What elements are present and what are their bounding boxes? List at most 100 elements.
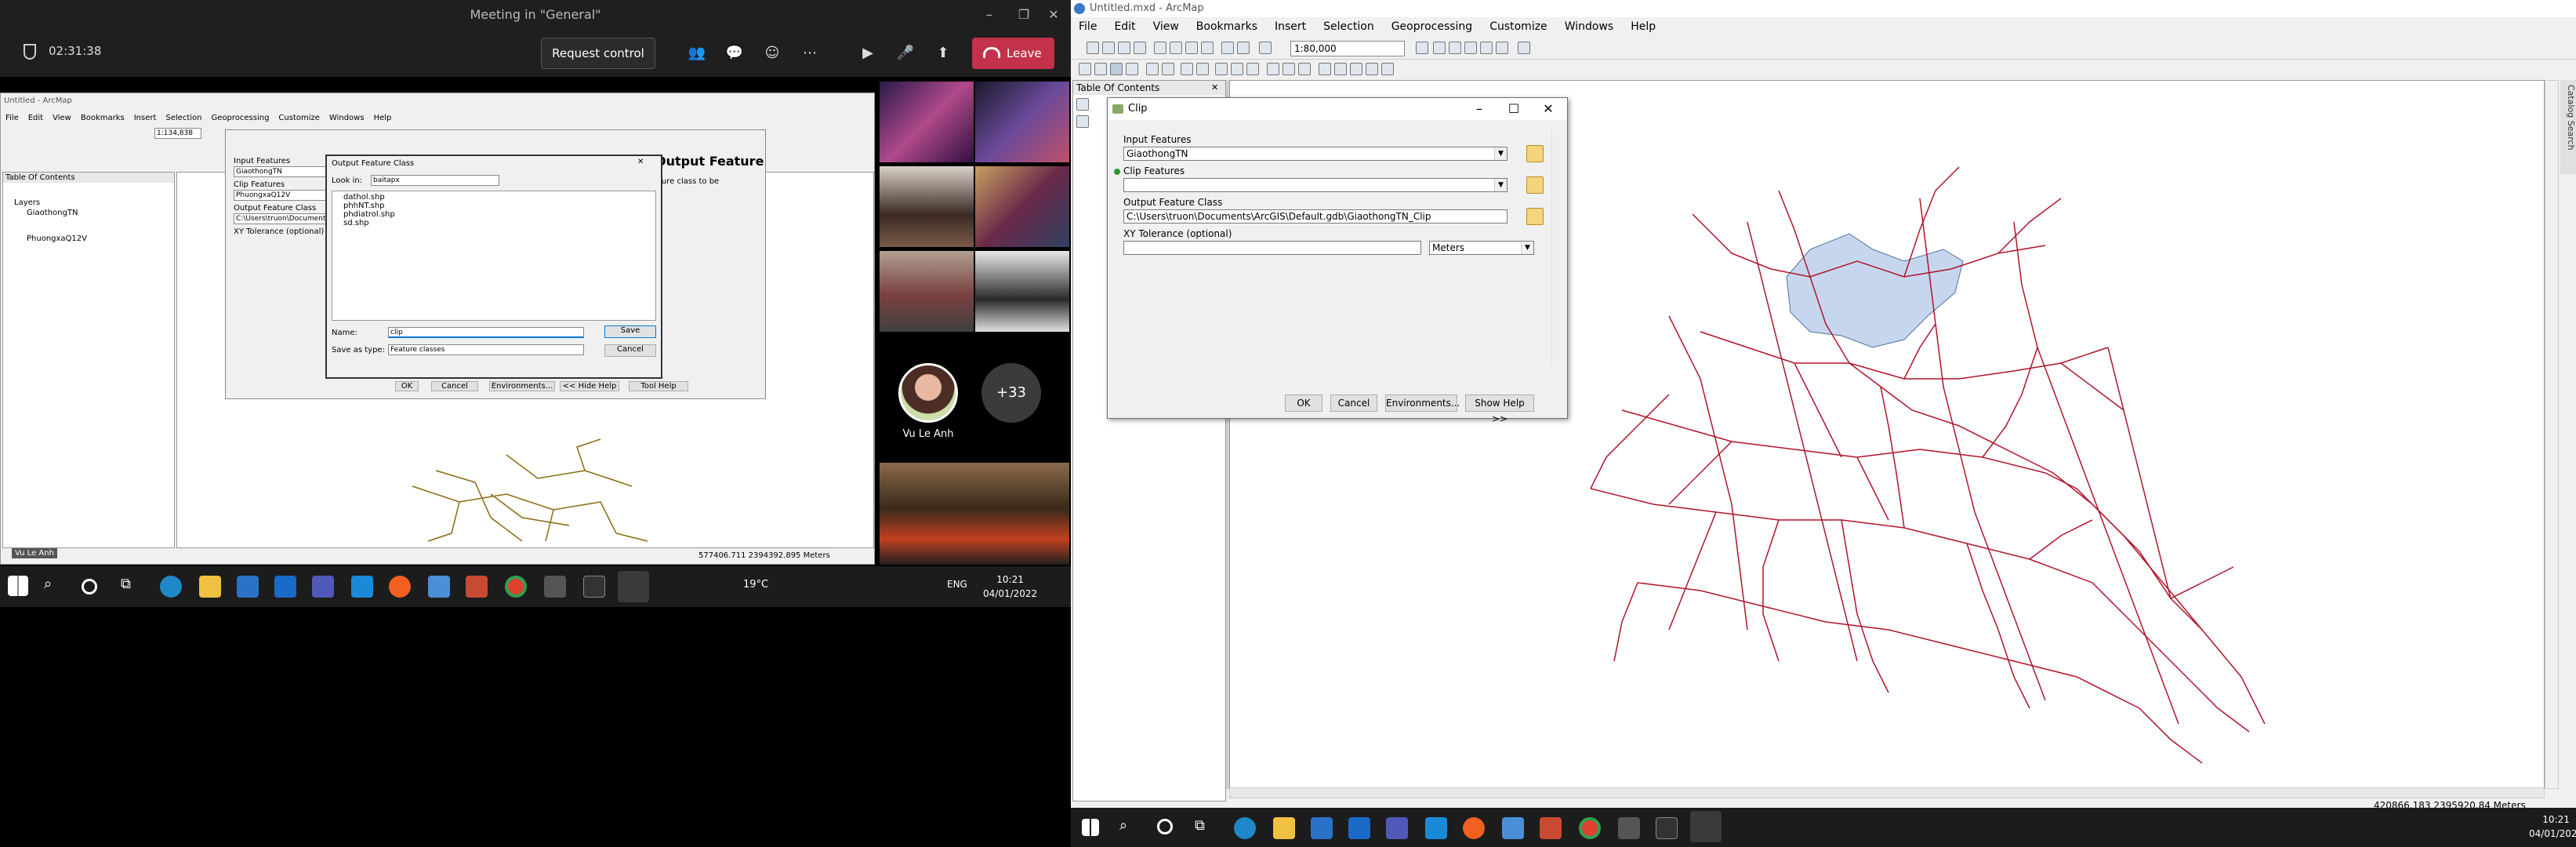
shared-layers[interactable]: Layers [3,183,174,207]
browse-folder-icon[interactable] [1526,145,1544,162]
file-item[interactable]: sd.shp [332,219,655,227]
participant-tile[interactable] [975,251,1069,332]
python-icon[interactable] [1496,42,1508,54]
input-features-select[interactable]: GiaothongTN ▼ [1123,147,1508,161]
menu-windows[interactable]: Windows [329,114,365,122]
participant-tile[interactable] [975,166,1069,247]
save-button[interactable]: Save [604,325,656,338]
clip-scrollbar[interactable] [1551,129,1564,365]
environments-button[interactable]: Environments... [1385,394,1460,412]
measure-icon[interactable] [1319,63,1331,75]
show-help-button[interactable]: Show Help >> [1465,394,1534,424]
app-icon[interactable] [428,576,450,598]
catalog-icon[interactable] [1449,42,1461,54]
share-icon[interactable]: ⬆ [933,44,953,63]
cortana-icon[interactable] [82,579,97,594]
avatar[interactable] [898,363,958,423]
ok-button[interactable]: OK [1285,394,1322,412]
menu-customize[interactable]: Customize [278,114,320,122]
shared-input-field[interactable]: GiaothongTN [234,166,328,177]
reactions-icon[interactable]: ☺ [762,44,782,63]
chrome-icon[interactable] [505,576,527,598]
clock[interactable]: 10:21 04/01/2022 [983,573,1037,601]
teams-icon[interactable] [312,576,334,598]
menu-edit[interactable]: Edit [28,114,43,122]
chevron-down-icon[interactable]: ▼ [1494,147,1507,160]
menu-view[interactable]: View [53,114,71,122]
output-feature-class-input[interactable]: C:\Users\truon\Documents\ArcGIS\Default.… [1123,209,1508,224]
menu-windows[interactable]: Windows [1565,20,1614,33]
edge-icon[interactable] [160,576,182,598]
mic-off-icon[interactable]: 🎤 [895,44,916,63]
identify-icon[interactable] [1267,63,1279,75]
select-features-icon[interactable] [1215,63,1228,75]
terminal-icon[interactable] [583,576,605,598]
start-icon[interactable] [1082,819,1099,836]
copy-icon[interactable] [1170,42,1182,54]
menu-file[interactable]: File [5,114,19,122]
chevron-down-icon[interactable]: ▼ [1521,242,1533,254]
menu-edit[interactable]: Edit [1114,20,1135,33]
clock[interactable]: 10:21 04/01/2022 [2529,812,2576,841]
hyperlink-icon[interactable] [1283,63,1295,75]
save-type-select[interactable]: Feature classes [388,344,584,355]
chevron-down-icon[interactable]: ▼ [1494,179,1507,191]
fixed-zoom-in-icon[interactable] [1146,63,1159,75]
shared-ok-button[interactable]: OK [395,381,419,391]
list-by-drawing-order-icon[interactable] [1076,98,1089,111]
xy-tolerance-input[interactable] [1123,241,1421,255]
redo-icon[interactable] [1237,42,1250,54]
map-vertical-scrollbar[interactable] [2545,80,2559,789]
app-icon[interactable] [544,576,566,598]
full-extent-icon[interactable] [1126,63,1138,75]
file-explorer-icon[interactable] [199,576,221,598]
html-popup-icon[interactable] [1298,63,1311,75]
menu-bookmarks[interactable]: Bookmarks [81,114,125,122]
shared-cancel-button[interactable]: Cancel [431,381,478,391]
clear-selection-icon[interactable] [1231,63,1243,75]
arctoolbox-icon[interactable] [1480,42,1493,54]
find-route-icon[interactable] [1350,63,1362,75]
more-options-icon[interactable]: ⋯ [800,44,820,63]
participants-icon[interactable]: 👥 [687,44,707,63]
shared-layer-phuongxa[interactable]: PhuongxaQ12V [3,217,174,243]
fixed-zoom-out-icon[interactable] [1162,63,1174,75]
menu-selection[interactable]: Selection [165,114,201,122]
new-icon[interactable] [1087,42,1099,54]
clip-features-select[interactable]: ▼ [1123,178,1508,192]
map-horizontal-scrollbar[interactable] [1229,787,2545,798]
menu-help[interactable]: Help [1631,20,1656,33]
clip-minimize-button[interactable]: – [1462,98,1497,120]
arcmap-taskbar-icon[interactable] [1690,811,1722,842]
menu-bookmarks[interactable]: Bookmarks [1196,20,1257,33]
request-control-button[interactable]: Request control [541,38,655,69]
more-participants-button[interactable]: +33 [981,363,1041,423]
model-builder-icon[interactable] [1518,42,1530,54]
language-indicator[interactable]: ENG [947,579,967,590]
undo-icon[interactable] [1221,42,1234,54]
select-elements-icon[interactable] [1246,63,1259,75]
chrome-icon[interactable] [1579,817,1601,839]
shared-env-button[interactable]: Environments... [489,381,555,391]
name-input[interactable]: clip [388,327,584,338]
search-icon[interactable]: ⌕ [1119,817,1141,839]
save-dialog-close-icon[interactable]: ✕ [637,158,644,166]
save-cancel-button[interactable]: Cancel [604,344,656,357]
menu-selection[interactable]: Selection [1323,20,1374,33]
menu-geoprocessing[interactable]: Geoprocessing [212,114,270,122]
xy-unit-select[interactable]: Meters ▼ [1429,241,1534,255]
menu-help[interactable]: Help [374,114,392,122]
participant-tile[interactable] [880,251,974,332]
task-view-icon[interactable]: ⧉ [1195,817,1217,839]
cortana-icon[interactable] [1157,819,1173,834]
browse-folder-icon[interactable] [1526,208,1544,225]
catalog-side-tab[interactable]: Catalog Search [2560,80,2576,174]
menu-insert[interactable]: Insert [134,114,157,122]
weather-temp[interactable]: 19°C [743,579,768,591]
shared-layer-giaothong[interactable]: GiaothongTN [3,207,174,217]
menu-view[interactable]: View [1153,20,1179,33]
app-icon[interactable] [466,576,488,598]
store-icon[interactable] [1311,817,1333,839]
leave-button[interactable]: Leave [972,38,1054,69]
participant-tile[interactable] [880,82,974,162]
